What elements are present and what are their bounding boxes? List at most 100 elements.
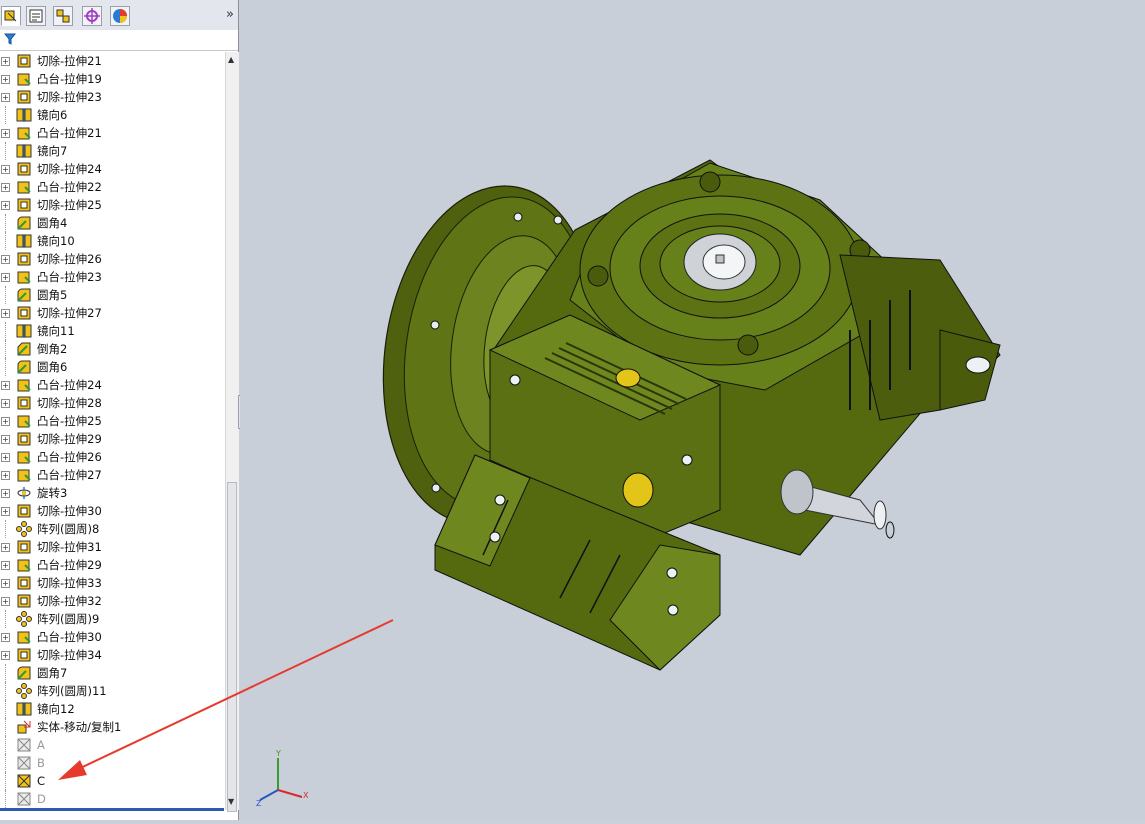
tree-item-label: 切除-拉伸24 (37, 162, 102, 176)
fillet-icon (17, 288, 31, 302)
tree-item[interactable]: 圆角4 (0, 214, 224, 232)
tree-item[interactable]: + 凸台-拉伸27 (0, 466, 224, 484)
cut-extrude-icon (17, 504, 31, 518)
tree-item[interactable]: + 切除-拉伸31 (0, 538, 224, 556)
tree-item-label: 阵列(圆周)11 (37, 684, 107, 698)
graphics-viewport[interactable] (240, 0, 1145, 820)
expand-icon[interactable]: + (1, 255, 10, 264)
expand-icon[interactable]: + (1, 381, 10, 390)
gearbox-model[interactable] (240, 0, 1145, 820)
cut-extrude-icon (17, 594, 31, 608)
tree-item[interactable]: 镜向11 (0, 322, 224, 340)
expand-icon[interactable]: + (1, 543, 10, 552)
tree-item[interactable]: + 凸台-拉伸24 (0, 376, 224, 394)
tree-filter-bar[interactable] (0, 30, 238, 51)
tree-item[interactable]: 实体-移动/复制1 (0, 718, 224, 736)
tree-item[interactable]: 阵列(圆周)11 (0, 682, 224, 700)
tree-item[interactable]: + 凸台-拉伸23 (0, 268, 224, 286)
tree-item[interactable]: 圆角7 (0, 664, 224, 682)
boss-extrude-icon (17, 451, 31, 464)
expand-icon[interactable]: + (1, 561, 10, 570)
tree-item-label: 切除-拉伸32 (37, 594, 102, 608)
expand-icon[interactable]: + (1, 183, 10, 192)
tree-item[interactable]: + 凸台-拉伸19 (0, 70, 224, 88)
display-manager-tab[interactable] (110, 6, 130, 26)
tree-item[interactable]: 阵列(圆周)8 (0, 520, 224, 538)
tree-item[interactable]: + 凸台-拉伸25 (0, 412, 224, 430)
feature-tree: + 切除-拉伸21 + 凸台-拉伸19 + 切除-拉伸23 镜向6 + 凸台-拉伸21 镜向7 + 切… (0, 52, 224, 810)
feature-tree-tab[interactable] (1, 6, 21, 26)
tree-item[interactable]: 阵列(圆周)9 (0, 610, 224, 628)
tree-item[interactable]: D (0, 790, 224, 808)
tree-item-label: 镜向10 (37, 234, 75, 248)
expand-icon[interactable]: + (1, 201, 10, 210)
fillet-icon (17, 360, 31, 374)
expand-icon[interactable]: + (1, 633, 10, 642)
tree-item[interactable]: A (0, 736, 224, 754)
expand-icon[interactable]: + (1, 453, 10, 462)
expand-icon[interactable]: + (1, 507, 10, 516)
tree-item[interactable]: + 切除-拉伸33 (0, 574, 224, 592)
expand-icon[interactable]: + (1, 651, 10, 660)
circular-pattern-icon (16, 521, 32, 537)
tree-item[interactable]: + 切除-拉伸30 (0, 502, 224, 520)
tree-scrollbar[interactable]: ▲ ▼ (225, 52, 239, 812)
tree-item[interactable]: + 切除-拉伸21 (0, 52, 224, 70)
expand-icon[interactable]: + (1, 75, 10, 84)
tree-item[interactable]: + 切除-拉伸25 (0, 196, 224, 214)
tree-item[interactable]: 圆角5 (0, 286, 224, 304)
expand-icon[interactable]: + (1, 597, 10, 606)
boss-extrude-icon (17, 469, 31, 482)
tree-connector (5, 682, 16, 700)
expand-icon[interactable]: + (1, 165, 10, 174)
expand-icon[interactable]: + (1, 489, 10, 498)
tree-item-label: 凸台-拉伸27 (37, 468, 102, 482)
tree-item[interactable]: 倒角2 (0, 340, 224, 358)
tree-item-label: 倒角2 (37, 342, 68, 356)
tree-item[interactable]: + 切除-拉伸29 (0, 430, 224, 448)
tree-item[interactable]: + 旋转3 (0, 484, 224, 502)
tree-item[interactable]: + 切除-拉伸28 (0, 394, 224, 412)
tree-item[interactable]: 镜向12 (0, 700, 224, 718)
tree-item[interactable]: + 切除-拉伸23 (0, 88, 224, 106)
property-manager-tab[interactable] (26, 6, 46, 26)
tree-item[interactable]: + 凸台-拉伸29 (0, 556, 224, 574)
expand-icon[interactable]: + (1, 93, 10, 102)
expand-icon[interactable]: + (1, 57, 10, 66)
dimxpert-tab[interactable] (82, 6, 102, 26)
tree-item[interactable]: + 切除-拉伸27 (0, 304, 224, 322)
tree-item[interactable]: 镜向7 (0, 142, 224, 160)
tree-item[interactable]: + 切除-拉伸32 (0, 592, 224, 610)
mirror-icon (16, 324, 32, 338)
panel-splitter[interactable] (0, 808, 224, 811)
scroll-down-icon[interactable]: ▼ (228, 797, 234, 806)
expand-icon[interactable]: + (1, 399, 10, 408)
tree-item-label: 实体-移动/复制1 (37, 720, 122, 734)
tree-item[interactable]: B (0, 754, 224, 772)
tree-item-label: 凸台-拉伸24 (37, 378, 102, 392)
tree-item[interactable]: 镜向10 (0, 232, 224, 250)
expand-icon[interactable]: + (1, 417, 10, 426)
tree-item[interactable]: C (0, 772, 224, 790)
expand-icon[interactable]: + (1, 309, 10, 318)
chamfer-icon (17, 342, 31, 356)
tree-item[interactable]: + 凸台-拉伸22 (0, 178, 224, 196)
scroll-thumb[interactable] (227, 482, 237, 812)
more-tabs-icon[interactable]: » (226, 7, 234, 22)
cut-extrude-icon (17, 648, 31, 662)
tree-item[interactable]: 圆角6 (0, 358, 224, 376)
tree-item[interactable]: + 凸台-拉伸30 (0, 628, 224, 646)
tree-item[interactable]: + 切除-拉伸26 (0, 250, 224, 268)
expand-icon[interactable]: + (1, 471, 10, 480)
expand-icon[interactable]: + (1, 129, 10, 138)
configuration-manager-tab[interactable] (53, 6, 73, 26)
tree-item[interactable]: + 切除-拉伸34 (0, 646, 224, 664)
tree-item[interactable]: + 凸台-拉伸26 (0, 448, 224, 466)
expand-icon[interactable]: + (1, 273, 10, 282)
tree-item[interactable]: + 凸台-拉伸21 (0, 124, 224, 142)
expand-icon[interactable]: + (1, 579, 10, 588)
scroll-up-icon[interactable]: ▲ (228, 55, 234, 64)
tree-item[interactable]: + 切除-拉伸24 (0, 160, 224, 178)
expand-icon[interactable]: + (1, 435, 10, 444)
tree-item[interactable]: 镜向6 (0, 106, 224, 124)
